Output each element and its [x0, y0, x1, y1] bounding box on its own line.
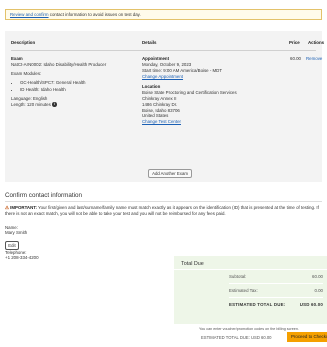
item-description: Exam NatCt-ArN0002: Idaho Disability/Hea… [11, 56, 136, 108]
change-test-center-link[interactable]: Change Test Center [142, 119, 181, 124]
estimated-total-value: USD 60.00 [299, 302, 323, 307]
total-due-panel: Total Due Subtotal: 60.00 Estimated Tax:… [174, 256, 327, 324]
row-divider [229, 297, 323, 298]
table-header: Description Details Price Actions [5, 31, 325, 51]
change-appointment-link[interactable]: Change Appointment [142, 74, 183, 79]
item-details: Appointment Monday, October 9, 2023 Star… [142, 56, 282, 129]
modules-list: GC-Health/SPC7: General Health ID Health… [11, 80, 136, 93]
item-price: 60.00 [290, 56, 301, 61]
contact-notice: Review and confirm contact information t… [5, 9, 322, 20]
length-row: Length: 120 minutes i [11, 102, 136, 108]
subtotal-label: Subtotal: [229, 274, 247, 279]
header-details: Details [142, 40, 157, 45]
order-table: Description Details Price Actions Exam N… [5, 31, 325, 182]
estimated-total-label: ESTIMATED TOTAL DUE: [229, 302, 286, 307]
module-item: GC-Health/SPC7: General Health [20, 80, 136, 86]
modules-label: Exam Modules: [11, 70, 42, 76]
total-due-title: Total Due [181, 261, 204, 267]
footer-estimated-total: ESTIMATED TOTAL DUE: USD 60.00 [201, 335, 272, 340]
total-divider [174, 269, 327, 270]
telephone-value: +1 208-334-4200 [5, 255, 39, 260]
important-text: Your first/given and last/surname/family… [5, 205, 319, 216]
header-price: Price [289, 40, 300, 45]
estimated-total-row: ESTIMATED TOTAL DUE: USD 60.00 [229, 302, 323, 310]
subtotal-value: 60.00 [312, 274, 323, 279]
important-label: IMPORTANT: [10, 205, 37, 210]
name-value: Mary Smith [5, 230, 28, 235]
warning-icon: ⚠ [5, 205, 9, 210]
length-text: Length: 120 minutes [11, 101, 51, 107]
add-another-exam-button[interactable]: Add Another Exam [148, 169, 192, 178]
tax-value: 0.00 [314, 288, 323, 293]
review-confirm-link[interactable]: Review and confirm [10, 12, 49, 17]
header-divider [11, 50, 316, 51]
header-actions: Actions [308, 40, 325, 45]
confirm-contact-section: Confirm contact information ⚠ IMPORTANT:… [0, 187, 327, 260]
confirm-title: Confirm contact information [5, 192, 82, 199]
remove-link[interactable]: Remove [306, 56, 322, 62]
notice-text: contact information to avoid issues on t… [48, 12, 141, 17]
item-code: NatCt-ArN0002: Idaho Disability/Health P… [11, 61, 107, 67]
proceed-to-checkout-button[interactable]: Proceed to Checkout [287, 332, 327, 342]
tax-row: Estimated Tax: 0.00 [229, 288, 323, 296]
module-item: ID Health: Idaho Health [20, 87, 136, 93]
voucher-note: You can enter voucher/promotion codes on… [199, 327, 299, 331]
info-icon[interactable]: i [52, 102, 57, 107]
row-divider [229, 283, 323, 284]
important-notice: ⚠ IMPORTANT: Your first/given and last/s… [5, 205, 322, 217]
confirm-divider [5, 201, 322, 202]
tax-label: Estimated Tax: [229, 288, 258, 293]
header-description: Description [11, 40, 36, 45]
subtotal-row: Subtotal: 60.00 [229, 274, 323, 282]
edit-button[interactable]: Edit [5, 241, 19, 250]
